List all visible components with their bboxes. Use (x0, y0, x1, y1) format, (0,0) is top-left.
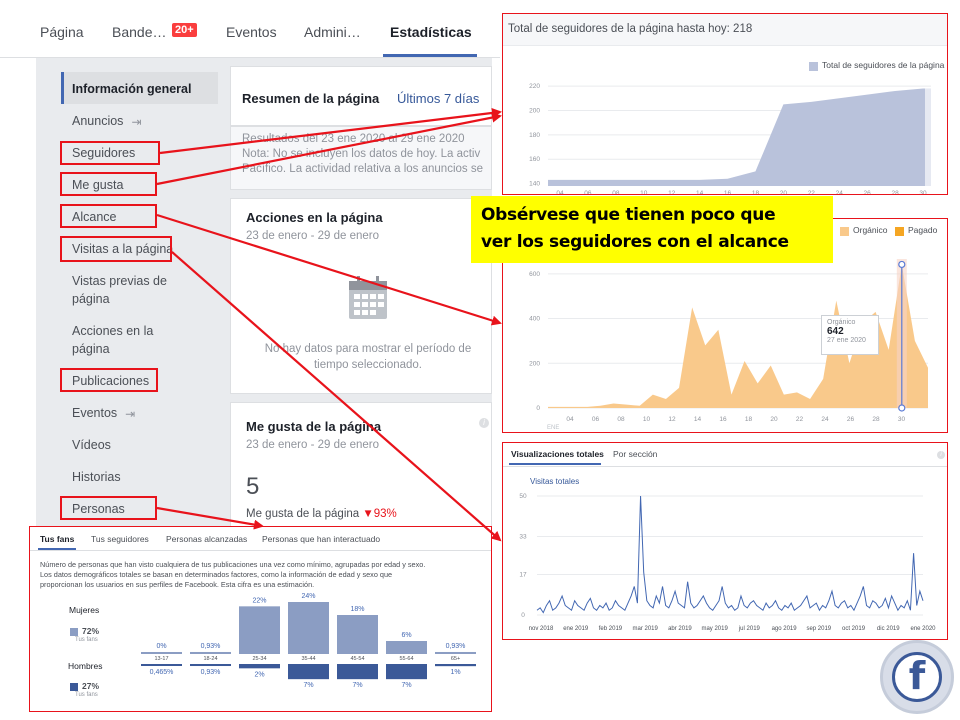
stage: Página Bande… 20+ Eventos Admini… Estadí… (0, 0, 960, 720)
facebook-f-icon: f (908, 654, 926, 698)
arrow-personas (156, 506, 264, 530)
arrow-alcance (156, 213, 502, 326)
arrow-visitas (171, 251, 502, 542)
arrow-me-gusta (156, 112, 502, 186)
facebook-logo: f (880, 640, 954, 714)
annotation-arrows (156, 107, 502, 542)
arrow-seguidores (159, 107, 502, 155)
